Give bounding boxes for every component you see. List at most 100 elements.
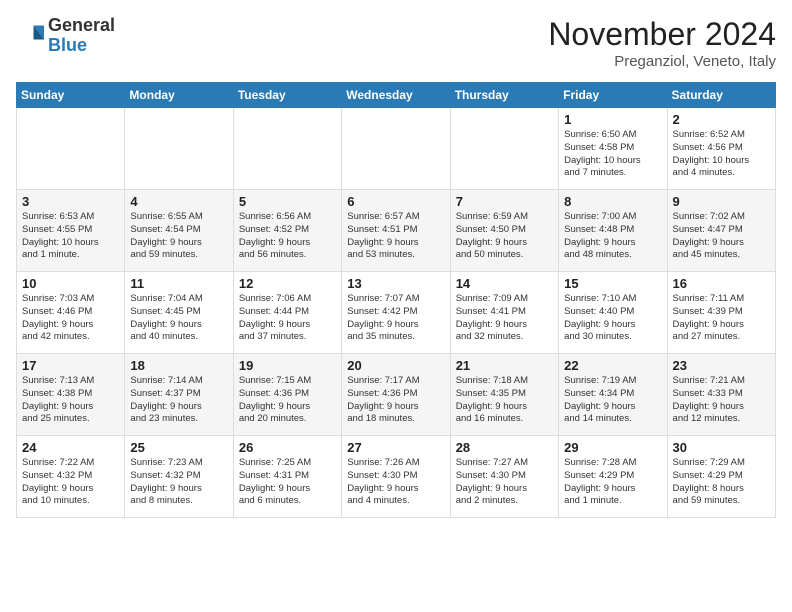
calendar-cell: 4 Sunrise: 6:55 AM Sunset: 4:54 PM Daylig… xyxy=(125,190,233,272)
day-number: 22 xyxy=(564,358,661,373)
calendar-table: SundayMondayTuesdayWednesdayThursdayFrid… xyxy=(16,82,776,518)
calendar-cell: 6 Sunrise: 6:57 AM Sunset: 4:51 PM Daylig… xyxy=(342,190,450,272)
logo-text: General Blue xyxy=(48,16,115,56)
calendar-cell: 21Sunrise: 7:18 AM Sunset: 4:35 PM Dayli… xyxy=(450,354,558,436)
day-number: 10 xyxy=(22,276,119,291)
calendar-cell: 16 Sunrise: 7:11 AM Sunset: 4:39 PM Dayli… xyxy=(667,272,775,354)
day-detail: Sunrise: 7:10 AM Sunset: 4:40 PM Dayligh… xyxy=(564,293,661,344)
calendar-cell: 13Sunrise: 7:07 AM Sunset: 4:42 PM Dayli… xyxy=(342,272,450,354)
calendar-cell: 25 Sunrise: 7:23 AM Sunset: 4:32 PM Dayli… xyxy=(125,436,233,518)
day-number: 14 xyxy=(456,276,553,291)
day-number: 2 xyxy=(673,112,770,127)
day-detail: Sunrise: 7:14 AM Sunset: 4:37 PM Dayligh… xyxy=(130,375,227,426)
day-number: 21 xyxy=(456,358,553,373)
day-detail: Sunrise: 6:52 AM Sunset: 4:56 PM Dayligh… xyxy=(673,129,770,180)
calendar-cell: 28 Sunrise: 7:27 AM Sunset: 4:30 PM Dayli… xyxy=(450,436,558,518)
calendar-cell: 30 Sunrise: 7:29 AM Sunset: 4:29 PM Dayli… xyxy=(667,436,775,518)
day-detail: Sunrise: 7:23 AM Sunset: 4:32 PM Dayligh… xyxy=(130,457,227,508)
logo-blue: Blue xyxy=(48,35,87,55)
day-detail: Sunrise: 7:02 AM Sunset: 4:47 PM Dayligh… xyxy=(673,211,770,262)
day-number: 17 xyxy=(22,358,119,373)
calendar-cell: 2 Sunrise: 6:52 AM Sunset: 4:56 PM Daylig… xyxy=(667,108,775,190)
day-detail: Sunrise: 7:22 AM Sunset: 4:32 PM Dayligh… xyxy=(22,457,119,508)
calendar-cell xyxy=(233,108,341,190)
day-detail: Sunrise: 7:09 AM Sunset: 4:41 PM Dayligh… xyxy=(456,293,553,344)
calendar-cell: 18 Sunrise: 7:14 AM Sunset: 4:37 PM Dayli… xyxy=(125,354,233,436)
day-detail: Sunrise: 6:57 AM Sunset: 4:51 PM Dayligh… xyxy=(347,211,444,262)
calendar-cell: 22Sunrise: 7:19 AM Sunset: 4:34 PM Dayli… xyxy=(559,354,667,436)
calendar-body: 1 Sunrise: 6:50 AM Sunset: 4:58 PM Daylig… xyxy=(17,108,776,518)
day-number: 6 xyxy=(347,194,444,209)
day-number: 25 xyxy=(130,440,227,455)
day-detail: Sunrise: 7:13 AM Sunset: 4:38 PM Dayligh… xyxy=(22,375,119,426)
calendar-cell: 7 Sunrise: 6:59 AM Sunset: 4:50 PM Daylig… xyxy=(450,190,558,272)
calendar-cell: 11Sunrise: 7:04 AM Sunset: 4:45 PM Dayli… xyxy=(125,272,233,354)
day-detail: Sunrise: 7:28 AM Sunset: 4:29 PM Dayligh… xyxy=(564,457,661,508)
calendar-cell: 1 Sunrise: 6:50 AM Sunset: 4:58 PM Daylig… xyxy=(559,108,667,190)
day-detail: Sunrise: 7:06 AM Sunset: 4:44 PM Dayligh… xyxy=(239,293,336,344)
calendar-cell: 10 Sunrise: 7:03 AM Sunset: 4:46 PM Dayli… xyxy=(17,272,125,354)
day-detail: Sunrise: 7:17 AM Sunset: 4:36 PM Dayligh… xyxy=(347,375,444,426)
page-header: General Blue November 2024 Preganziol, V… xyxy=(16,16,776,70)
day-number: 26 xyxy=(239,440,336,455)
day-detail: Sunrise: 6:56 AM Sunset: 4:52 PM Dayligh… xyxy=(239,211,336,262)
calendar-cell: 29 Sunrise: 7:28 AM Sunset: 4:29 PM Dayli… xyxy=(559,436,667,518)
day-detail: Sunrise: 7:29 AM Sunset: 4:29 PM Dayligh… xyxy=(673,457,770,508)
month-title: November 2024 xyxy=(548,16,776,53)
day-number: 7 xyxy=(456,194,553,209)
calendar-cell: 12 Sunrise: 7:06 AM Sunset: 4:44 PM Dayli… xyxy=(233,272,341,354)
day-of-week-header: Friday xyxy=(559,83,667,108)
day-number: 18 xyxy=(130,358,227,373)
calendar-cell: 24 Sunrise: 7:22 AM Sunset: 4:32 PM Dayli… xyxy=(17,436,125,518)
day-number: 29 xyxy=(564,440,661,455)
day-number: 8 xyxy=(564,194,661,209)
day-number: 28 xyxy=(456,440,553,455)
day-detail: Sunrise: 7:04 AM Sunset: 4:45 PM Dayligh… xyxy=(130,293,227,344)
calendar-cell xyxy=(17,108,125,190)
day-number: 3 xyxy=(22,194,119,209)
day-detail: Sunrise: 7:07 AM Sunset: 4:42 PM Dayligh… xyxy=(347,293,444,344)
calendar-cell: 26 Sunrise: 7:25 AM Sunset: 4:31 PM Dayli… xyxy=(233,436,341,518)
day-number: 1 xyxy=(564,112,661,127)
day-detail: Sunrise: 6:55 AM Sunset: 4:54 PM Dayligh… xyxy=(130,211,227,262)
day-number: 24 xyxy=(22,440,119,455)
calendar-cell xyxy=(450,108,558,190)
day-detail: Sunrise: 6:50 AM Sunset: 4:58 PM Dayligh… xyxy=(564,129,661,180)
day-detail: Sunrise: 6:53 AM Sunset: 4:55 PM Dayligh… xyxy=(22,211,119,262)
calendar-cell: 8 Sunrise: 7:00 AM Sunset: 4:48 PM Daylig… xyxy=(559,190,667,272)
calendar-cell: 27Sunrise: 7:26 AM Sunset: 4:30 PM Dayli… xyxy=(342,436,450,518)
day-number: 23 xyxy=(673,358,770,373)
day-detail: Sunrise: 7:25 AM Sunset: 4:31 PM Dayligh… xyxy=(239,457,336,508)
location: Preganziol, Veneto, Italy xyxy=(548,53,776,70)
day-number: 30 xyxy=(673,440,770,455)
day-detail: Sunrise: 7:00 AM Sunset: 4:48 PM Dayligh… xyxy=(564,211,661,262)
day-number: 20 xyxy=(347,358,444,373)
calendar-cell xyxy=(342,108,450,190)
day-number: 15 xyxy=(564,276,661,291)
day-number: 27 xyxy=(347,440,444,455)
day-detail: Sunrise: 6:59 AM Sunset: 4:50 PM Dayligh… xyxy=(456,211,553,262)
day-detail: Sunrise: 7:27 AM Sunset: 4:30 PM Dayligh… xyxy=(456,457,553,508)
calendar-week-row: 3 Sunrise: 6:53 AM Sunset: 4:55 PM Daylig… xyxy=(17,190,776,272)
calendar-cell: 5Sunrise: 6:56 AM Sunset: 4:52 PM Daylig… xyxy=(233,190,341,272)
calendar-cell: 17 Sunrise: 7:13 AM Sunset: 4:38 PM Dayli… xyxy=(17,354,125,436)
day-number: 9 xyxy=(673,194,770,209)
day-of-week-header: Thursday xyxy=(450,83,558,108)
day-number: 4 xyxy=(130,194,227,209)
day-detail: Sunrise: 7:15 AM Sunset: 4:36 PM Dayligh… xyxy=(239,375,336,426)
calendar-cell: 19 Sunrise: 7:15 AM Sunset: 4:36 PM Dayli… xyxy=(233,354,341,436)
calendar-cell: 15 Sunrise: 7:10 AM Sunset: 4:40 PM Dayli… xyxy=(559,272,667,354)
day-detail: Sunrise: 7:11 AM Sunset: 4:39 PM Dayligh… xyxy=(673,293,770,344)
day-of-week-header: Tuesday xyxy=(233,83,341,108)
calendar-cell: 3 Sunrise: 6:53 AM Sunset: 4:55 PM Daylig… xyxy=(17,190,125,272)
day-of-week-header: Wednesday xyxy=(342,83,450,108)
calendar-cell xyxy=(125,108,233,190)
calendar-week-row: 10 Sunrise: 7:03 AM Sunset: 4:46 PM Dayli… xyxy=(17,272,776,354)
calendar-cell: 23Sunrise: 7:21 AM Sunset: 4:33 PM Dayli… xyxy=(667,354,775,436)
day-number: 19 xyxy=(239,358,336,373)
day-number: 12 xyxy=(239,276,336,291)
day-detail: Sunrise: 7:03 AM Sunset: 4:46 PM Dayligh… xyxy=(22,293,119,344)
calendar-week-row: 1 Sunrise: 6:50 AM Sunset: 4:58 PM Daylig… xyxy=(17,108,776,190)
calendar-week-row: 24 Sunrise: 7:22 AM Sunset: 4:32 PM Dayli… xyxy=(17,436,776,518)
day-number: 16 xyxy=(673,276,770,291)
